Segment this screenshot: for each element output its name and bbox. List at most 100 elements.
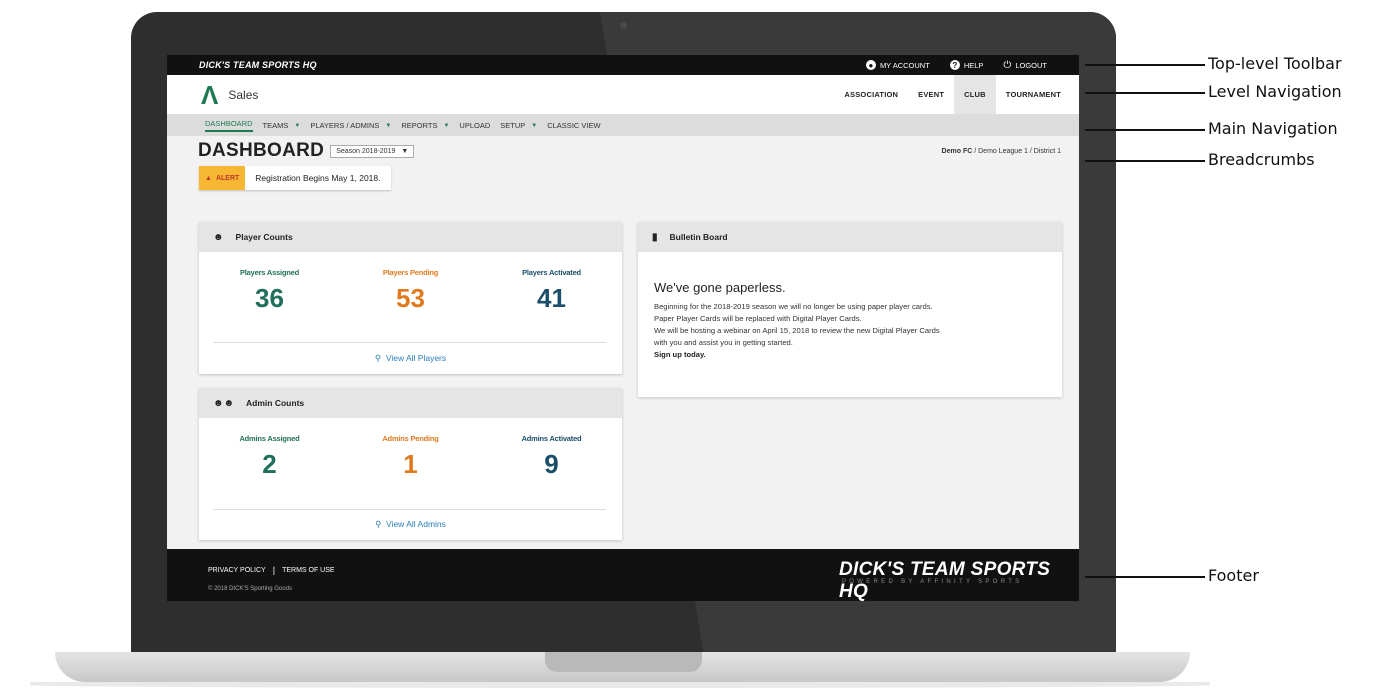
card-title: Player Counts: [235, 232, 293, 242]
page-header: DASHBOARD Season 2018-2019 ▼ Demo FC / D…: [167, 136, 1079, 166]
power-icon: ⏻: [1003, 59, 1012, 71]
people-icon: ☻☻: [213, 397, 235, 409]
help-label: HELP: [963, 60, 984, 70]
alert-tag-label: ALERT: [215, 174, 240, 182]
breadcrumb-rest[interactable]: / Demo League 1 / District 1: [972, 148, 1061, 155]
nav-classic-view[interactable]: CLASSIC VIEW: [547, 121, 600, 130]
breadcrumb: Demo FC / Demo League 1 / District 1: [942, 148, 1061, 155]
footer: PRIVACY POLICY | TERMS OF USE © 2018 DIC…: [167, 549, 1079, 601]
level-navigation: Λ Sales ASSOCIATION EVENT CLUB TOURNAMEN…: [167, 75, 1079, 115]
nav-players-admins[interactable]: PLAYERS / ADMINS ▼: [310, 121, 391, 130]
level-tab-association[interactable]: ASSOCIATION: [834, 75, 908, 114]
chevron-down-icon: ▼: [385, 122, 392, 129]
divider: [213, 342, 606, 343]
main-navigation: DASHBOARD TEAMS ▼ PLAYERS / ADMINS ▼ REPOR…: [167, 115, 1079, 136]
dropdown-arrow-icon: ▼: [401, 147, 409, 155]
level-tab-club[interactable]: CLUB: [954, 75, 996, 114]
annotation-main-nav: Main Navigation: [1208, 119, 1338, 138]
laptop-shadow: [30, 682, 1210, 688]
stat-label: Admins Activated: [521, 434, 582, 443]
nav-dashboard[interactable]: DASHBOARD: [205, 119, 253, 132]
nav-reports-label: REPORTS: [401, 121, 438, 130]
card-header: ☻☻ Admin Counts: [199, 388, 622, 418]
player-stats: Players Assigned 36 Players Pending 53 P…: [199, 252, 622, 314]
search-icon: ⚲: [375, 519, 382, 529]
toolbar-actions: ● MY ACCOUNT ? HELP ⏻ LOGOUT: [865, 60, 1047, 71]
alert-tag: ▲ ALERT: [199, 166, 246, 190]
logout-label: LOGOUT: [1015, 60, 1047, 70]
terms-of-use-link[interactable]: TERMS OF USE: [282, 567, 335, 574]
stat-admins-pending: Admins Pending 1: [340, 434, 481, 480]
view-all-players-link[interactable]: ⚲ View All Players: [199, 353, 622, 364]
message-alert-icon: ▮: [652, 231, 658, 243]
admin-counts-card: ☻☻ Admin Counts Admins Assigned 2 Admins…: [199, 388, 622, 540]
stat-value: 36: [255, 283, 284, 313]
stat-value: 1: [403, 449, 418, 479]
player-counts-card: ☻ Player Counts Players Assigned 36 Play…: [199, 222, 622, 374]
logout-link[interactable]: ⏻ LOGOUT: [1003, 60, 1047, 71]
stat-value: 53: [396, 283, 425, 313]
card-title: Admin Counts: [246, 398, 305, 408]
annotation-line-breadcrumbs: [1085, 160, 1205, 162]
admin-stats: Admins Assigned 2 Admins Pending 1 Admin…: [199, 418, 622, 480]
laptop-notch: [545, 652, 702, 672]
view-all-admins-label: View All Admins: [386, 519, 446, 529]
card-header: ▮ Bulletin Board: [638, 222, 1062, 252]
bulletin-line: with you and assist you in getting start…: [654, 338, 793, 347]
top-toolbar: DICK'S TEAM SPORTS HQ ● MY ACCOUNT ? HEL…: [167, 55, 1079, 75]
annotation-line-footer: [1085, 576, 1205, 578]
stat-admins-activated: Admins Activated 9: [481, 434, 622, 480]
stat-label: Players Pending: [382, 268, 439, 277]
app-name: Sales: [228, 87, 259, 102]
annotation-level-nav: Level Navigation: [1208, 82, 1342, 101]
breadcrumb-current[interactable]: Demo FC: [942, 148, 973, 155]
level-tabs: ASSOCIATION EVENT CLUB TOURNAMENT: [834, 75, 1071, 114]
alert-text: Registration Begins May 1, 2018.: [255, 173, 381, 183]
nav-setup[interactable]: SETUP ▼: [500, 121, 537, 130]
nav-upload[interactable]: UPLOAD: [459, 121, 490, 130]
view-all-admins-link[interactable]: ⚲ View All Admins: [199, 519, 622, 530]
alert-banner: ▲ ALERT Registration Begins May 1, 2018.: [199, 166, 391, 190]
annotation-line-level-nav: [1085, 92, 1205, 94]
chevron-down-icon: ▼: [443, 122, 450, 129]
chevron-down-icon: ▼: [531, 122, 538, 129]
stat-label: Admins Assigned: [239, 434, 300, 443]
ribbon-logo-icon[interactable]: Λ: [201, 82, 218, 108]
warning-icon: ▲: [205, 174, 212, 182]
view-all-players-label: View All Players: [385, 353, 447, 363]
bulletin-headline: We've gone paperless.: [654, 280, 786, 295]
my-account-link[interactable]: ● MY ACCOUNT: [865, 60, 930, 70]
stat-players-activated: Players Activated 41: [481, 268, 622, 314]
nav-teams[interactable]: TEAMS ▼: [263, 121, 301, 130]
stat-label: Admins Pending: [382, 434, 439, 443]
stat-value: 2: [262, 449, 277, 479]
annotation-line-main-nav: [1085, 129, 1205, 131]
level-tab-tournament[interactable]: TOURNAMENT: [996, 75, 1071, 114]
stat-label: Players Assigned: [239, 268, 300, 277]
brand-logo[interactable]: DICK'S TEAM SPORTS HQ: [199, 60, 317, 70]
card-title: Bulletin Board: [669, 232, 728, 242]
chevron-down-icon: ▼: [294, 122, 301, 129]
stat-label: Players Activated: [522, 268, 581, 277]
help-icon: ?: [949, 60, 960, 70]
nav-teams-label: TEAMS: [262, 121, 289, 130]
footer-separator: |: [272, 565, 276, 575]
season-select[interactable]: Season 2018-2019 ▼: [330, 144, 415, 158]
nav-setup-label: SETUP: [500, 121, 526, 130]
season-value: Season 2018-2019: [336, 147, 396, 155]
annotation-breadcrumbs: Breadcrumbs: [1208, 150, 1315, 169]
level-tab-event[interactable]: EVENT: [908, 75, 954, 114]
bulletin-cta[interactable]: Sign up today.: [654, 349, 1046, 361]
stat-value: 9: [544, 449, 559, 479]
user-icon: ●: [865, 60, 876, 70]
stage: DICK'S TEAM SPORTS HQ ● MY ACCOUNT ? HEL…: [0, 0, 1373, 691]
help-link[interactable]: ? HELP: [949, 60, 984, 70]
stat-admins-assigned: Admins Assigned 2: [199, 434, 340, 480]
bulletin-line: Paper Player Cards will be replaced with…: [654, 314, 862, 323]
nav-players-admins-label: PLAYERS / ADMINS: [310, 121, 380, 130]
card-header: ☻ Player Counts: [199, 222, 622, 252]
bulletin-board-card: ▮ Bulletin Board We've gone paperless. B…: [638, 222, 1062, 397]
privacy-policy-link[interactable]: PRIVACY POLICY: [208, 567, 266, 574]
nav-reports[interactable]: REPORTS ▼: [401, 121, 449, 130]
page-title: DASHBOARD: [198, 140, 325, 161]
